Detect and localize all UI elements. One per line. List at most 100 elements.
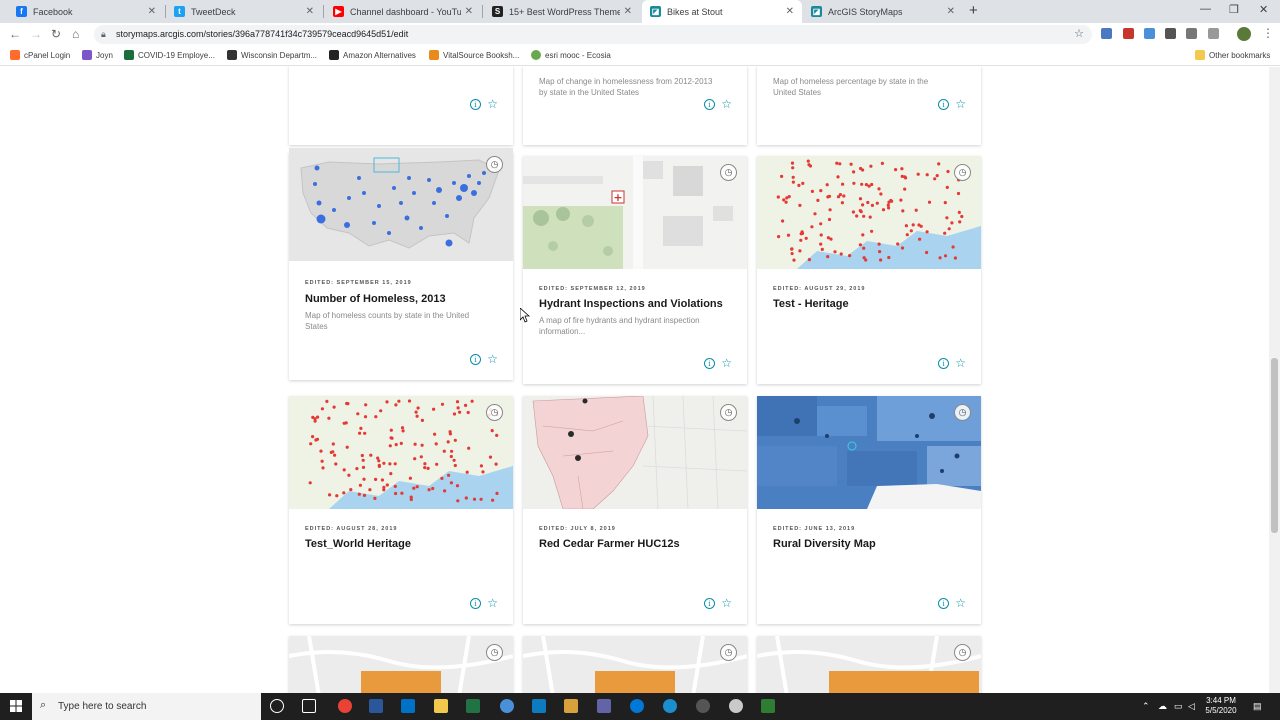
info-icon[interactable]: i [470, 598, 481, 609]
extension-icon[interactable] [1165, 28, 1176, 39]
tab-youtube[interactable]: ▶ Channel dashboard - YouTube St ✕ [325, 0, 481, 23]
bookmark-item[interactable]: Amazon Alternatives [329, 50, 416, 60]
info-icon[interactable]: i [704, 358, 715, 369]
skype-icon[interactable] [532, 699, 546, 713]
favorite-star-icon[interactable]: ☆ [721, 597, 732, 609]
close-icon[interactable]: ✕ [786, 6, 794, 17]
map-card[interactable]: ◷ EDITED: JULY 8, 2019 Red Cedar Farmer … [523, 396, 747, 624]
restore-icon[interactable]: ❐ [1229, 3, 1239, 16]
tab-wordpress[interactable]: S 15+ Best WordPress Themes for ✕ [484, 0, 640, 23]
avatar[interactable] [1237, 27, 1251, 41]
info-icon[interactable]: i [938, 99, 949, 110]
home-icon[interactable]: ⌂ [72, 27, 79, 41]
map-card[interactable]: ◷ EDITED: JUNE 13, 2019 Rural Diversity … [757, 396, 981, 624]
tray-chevron-icon[interactable]: ⌃ [1142, 701, 1150, 712]
back-icon[interactable]: ← [9, 27, 21, 41]
menu-icon[interactable]: ⋮ [1262, 26, 1274, 40]
extension-icon[interactable] [1186, 28, 1197, 39]
map-card[interactable]: ◷ EDITED: SEPTEMBER 15, 2019 Number of H… [289, 148, 513, 380]
favorite-star-icon[interactable]: ☆ [721, 98, 732, 110]
favorite-star-icon[interactable]: ☆ [955, 357, 966, 369]
favorite-star-icon[interactable]: ☆ [487, 597, 498, 609]
cloud-icon[interactable]: ☁ [1158, 701, 1167, 712]
url-text[interactable]: storymaps.arcgis.com/stories/396a778741f… [116, 29, 408, 39]
bookmark-item[interactable]: Wisconsin Departm... [227, 50, 317, 60]
map-card[interactable]: ◷ [757, 636, 981, 693]
taskbar-search[interactable]: ⌕ Type here to search [32, 693, 261, 720]
cortana-icon[interactable] [270, 699, 284, 713]
new-tab-button[interactable]: + [969, 2, 978, 19]
bookmark-item[interactable]: cPanel Login [10, 50, 70, 60]
excel-icon[interactable] [466, 699, 480, 713]
favorite-star-icon[interactable]: ☆ [955, 98, 966, 110]
network-icon[interactable]: ▭ [1174, 701, 1183, 712]
teams-icon[interactable] [597, 699, 611, 713]
app-icon[interactable] [564, 699, 578, 713]
info-icon[interactable]: i [704, 598, 715, 609]
globe-icon[interactable] [500, 699, 514, 713]
map-card[interactable]: ◷ EDITED: AUGUST 29, 2019 Test - Heritag… [757, 156, 981, 384]
other-bookmarks[interactable]: Other bookmarks [1195, 50, 1270, 60]
file-explorer-icon[interactable] [434, 699, 448, 713]
close-icon[interactable]: ✕ [624, 6, 632, 17]
edge-icon[interactable] [630, 699, 644, 713]
chrome-icon[interactable] [338, 699, 352, 713]
close-icon[interactable]: ✕ [148, 6, 156, 17]
scrollbar-thumb[interactable] [1271, 358, 1278, 533]
map-card[interactable]: Map of homeless percentage by state in t… [757, 67, 981, 145]
map-card[interactable]: ◷ [289, 636, 513, 693]
bookmark-item[interactable]: esri mooc - Ecosia [531, 50, 611, 60]
info-icon[interactable]: i [470, 354, 481, 365]
bookmark-item[interactable]: COVID-19 Employe... [124, 50, 215, 60]
notifications-icon[interactable]: ▤ [1253, 701, 1262, 712]
minimize-icon[interactable]: — [1200, 3, 1211, 15]
favorite-star-icon[interactable]: ☆ [487, 353, 498, 365]
map-card[interactable]: ◷ EDITED: AUGUST 28, 2019 Test_World Her… [289, 396, 513, 624]
reload-icon[interactable]: ↻ [51, 27, 61, 41]
extension-icon[interactable] [1123, 28, 1134, 39]
task-view-icon[interactable] [302, 699, 316, 713]
bookmark-item[interactable]: Joyn [82, 50, 113, 60]
bookmark-star-icon[interactable]: ☆ [1074, 27, 1084, 40]
card-title[interactable]: Rural Diversity Map [773, 538, 876, 550]
close-icon[interactable]: ✕ [306, 6, 314, 17]
map-card[interactable]: + ◷ EDITED: SEPTEMBER 12, 2019 Hydrant I… [523, 156, 747, 384]
address-bar[interactable]: 🔒︎ storymaps.arcgis.com/stories/396a7787… [94, 25, 1092, 44]
app-icon[interactable] [696, 699, 710, 713]
extension-icon[interactable] [1101, 28, 1112, 39]
system-clock[interactable]: 3:44 PM 5/5/2020 [1204, 696, 1238, 716]
card-title[interactable]: Number of Homeless, 2013 [305, 293, 446, 305]
word-icon[interactable] [369, 699, 383, 713]
arcgis-icon[interactable] [663, 699, 677, 713]
card-title[interactable]: Red Cedar Farmer HUC12s [539, 538, 680, 550]
windows-start-icon[interactable] [10, 700, 22, 712]
close-window-icon[interactable]: ✕ [1259, 3, 1268, 16]
info-icon[interactable]: i [938, 598, 949, 609]
app-icon[interactable] [761, 699, 775, 713]
close-icon[interactable]: ✕ [465, 6, 473, 17]
favorite-star-icon[interactable]: ☆ [487, 98, 498, 110]
bookmark-item[interactable]: VitalSource Booksh... [429, 50, 519, 60]
map-card[interactable]: i ☆ [289, 67, 513, 145]
volume-icon[interactable]: ◁ [1188, 701, 1195, 712]
forward-icon[interactable]: → [30, 27, 42, 41]
card-title[interactable]: Test - Heritage [773, 298, 849, 310]
tab-bikes-at-stout[interactable]: ◪ Bikes at Stout ✕ [642, 0, 802, 23]
card-title[interactable]: Hydrant Inspections and Violations [539, 298, 723, 310]
map-card[interactable]: ◷ [523, 636, 747, 693]
extension-icon[interactable] [1208, 28, 1219, 39]
info-icon[interactable]: i [704, 99, 715, 110]
map-card[interactable]: Map of change in homelessness from 2012-… [523, 67, 747, 145]
close-icon[interactable]: ✕ [947, 6, 955, 17]
info-icon[interactable]: i [470, 99, 481, 110]
tab-tweetdeck[interactable]: t TweetDeck ✕ [166, 0, 322, 23]
outlook-icon[interactable] [401, 699, 415, 713]
favorite-star-icon[interactable]: ☆ [955, 597, 966, 609]
card-title[interactable]: Test_World Heritage [305, 538, 411, 550]
app-icon[interactable] [729, 699, 743, 713]
tab-arcgis-storymaps[interactable]: ◪ ArcGIS StoryMaps ✕ [803, 0, 963, 23]
tab-facebook[interactable]: f Facebook ✕ [8, 0, 164, 23]
extension-icon[interactable] [1144, 28, 1155, 39]
info-icon[interactable]: i [938, 358, 949, 369]
favorite-star-icon[interactable]: ☆ [721, 357, 732, 369]
